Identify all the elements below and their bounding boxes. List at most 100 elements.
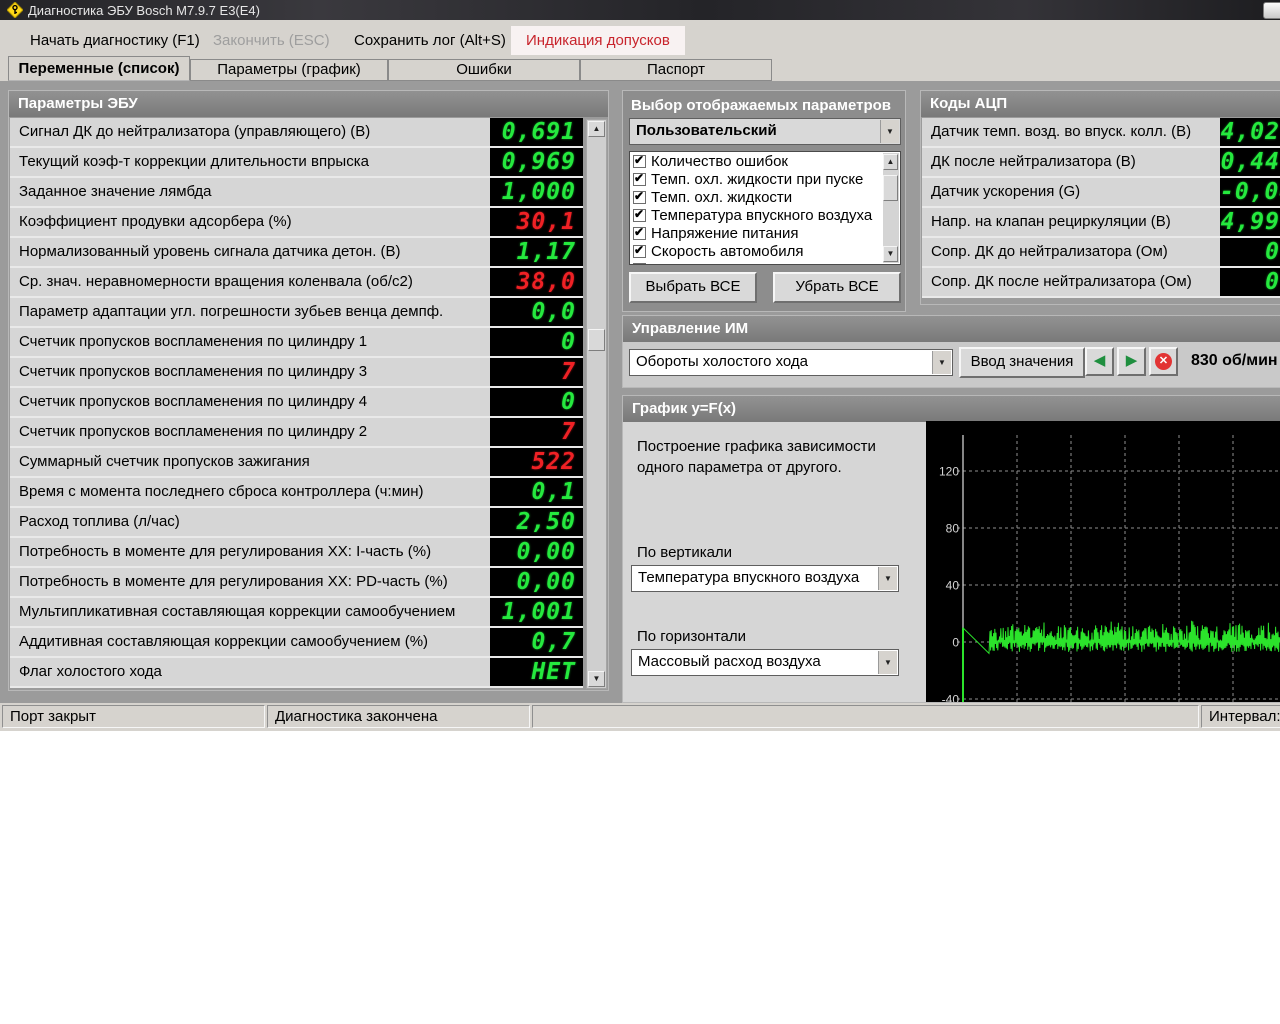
save-log-button[interactable]: Сохранить лог (Alt+S) bbox=[354, 32, 506, 49]
chevron-down-icon[interactable]: ▼ bbox=[878, 651, 897, 674]
param-label: Потребность в моменте для регулирования … bbox=[19, 543, 432, 560]
param-value-led: 1,17 bbox=[490, 238, 583, 266]
checkbox-label: Температура впускного воздуха bbox=[651, 206, 873, 224]
param-checkbox-item[interactable]: ✔ Количество ошибок bbox=[630, 152, 900, 170]
param-checkbox-item[interactable]: ✔ Напряжение питания bbox=[630, 224, 900, 242]
ecu-param-row: Потребность в моменте для регулирования … bbox=[10, 538, 583, 568]
horizontal-axis-label: По горизонтали bbox=[637, 628, 747, 645]
preset-combobox[interactable]: Пользовательский ▼ bbox=[629, 118, 901, 145]
vertical-axis-combobox[interactable]: Температура впускного воздуха ▼ bbox=[631, 565, 899, 592]
checkbox-label: Скорость автомобиля bbox=[651, 242, 804, 260]
param-value-led: 0 bbox=[490, 388, 583, 416]
checkbox[interactable]: ✔ bbox=[633, 224, 646, 240]
horizontal-axis-value: Массовый расход воздуха bbox=[638, 653, 821, 670]
svg-text:120: 120 bbox=[939, 465, 959, 479]
parameter-select-panel: Выбор отображаемых параметров Пользовате… bbox=[622, 90, 906, 312]
ecu-param-row: Мультипликативная составляющая коррекции… bbox=[10, 598, 583, 628]
param-checkbox-item[interactable]: ✔ Темп. охл. жидкости при пуске bbox=[630, 170, 900, 188]
param-checkbox-item[interactable]: ✔ Темп. охл. жидкости bbox=[630, 188, 900, 206]
checkbox[interactable]: ✔ bbox=[633, 243, 646, 258]
checkbox[interactable]: ✔ bbox=[633, 152, 646, 168]
tab-errors[interactable]: Ошибки bbox=[388, 59, 580, 81]
param-checkbox-item[interactable]: ✔ Температура впускного воздуха bbox=[630, 206, 900, 224]
key-icon bbox=[7, 2, 23, 18]
chevron-down-icon[interactable]: ▼ bbox=[932, 351, 951, 374]
svg-text:0: 0 bbox=[952, 636, 959, 650]
horizontal-axis-combobox[interactable]: Массовый расход воздуха ▼ bbox=[631, 649, 899, 676]
check-icon: ✔ bbox=[634, 152, 645, 167]
tolerance-indication-button[interactable]: Индикация допусков bbox=[511, 26, 685, 55]
clear-all-button[interactable]: Убрать ВСЕ bbox=[773, 272, 901, 303]
adc-codes-panel: Коды АЦП Датчик темп. возд. во впуск. ко… bbox=[920, 90, 1280, 305]
status-interval: Интервал: 4 bbox=[1201, 705, 1280, 728]
graph-description-line2: одного параметра от другого. bbox=[637, 459, 842, 476]
ecu-param-row: Суммарный счетчик пропусков зажигания 522 bbox=[10, 448, 583, 478]
adc-panel-title: Коды АЦП bbox=[921, 91, 1280, 117]
enter-value-button[interactable]: Ввод значения bbox=[959, 347, 1085, 378]
param-value-led: 0,0 bbox=[490, 298, 583, 326]
select-all-button[interactable]: Выбрать ВСЕ bbox=[629, 272, 757, 303]
start-diagnostics-button[interactable]: Начать диагностику (F1) bbox=[30, 32, 200, 49]
param-label: Счетчик пропусков воспламенения по цилин… bbox=[19, 333, 368, 350]
list-scrollbar[interactable]: ▲ ▼ bbox=[883, 153, 899, 263]
adc-value-led: 0 bbox=[1220, 238, 1280, 266]
chevron-down-icon[interactable]: ▼ bbox=[878, 567, 897, 590]
actuator-control-panel: Управление ИМ Обороты холостого хода ▼ В… bbox=[622, 315, 1280, 388]
vertical-axis-label: По вертикали bbox=[637, 544, 733, 561]
checkbox[interactable]: ✔ bbox=[633, 207, 646, 222]
window-control-button[interactable] bbox=[1263, 2, 1280, 19]
adc-value-led: 4,02 bbox=[1220, 118, 1280, 146]
adc-row: Сопр. ДК после нейтрализатора (Ом) 0 bbox=[922, 268, 1280, 298]
scroll-down-icon[interactable]: ▼ bbox=[883, 246, 898, 262]
graph-description: Построение графика зависимости одного па… bbox=[637, 436, 876, 478]
ecu-param-row: Потребность в моменте для регулирования … bbox=[10, 568, 583, 598]
param-value-led: 7 bbox=[490, 418, 583, 446]
tab-passport[interactable]: Паспорт bbox=[580, 59, 772, 81]
check-icon: ✔ bbox=[634, 224, 645, 239]
status-diagnostics: Диагностика закончена bbox=[267, 705, 530, 728]
param-checkbox-item[interactable]: ✔ Угол опережения зажигания bbox=[630, 260, 900, 265]
adc-table: Датчик темп. возд. во впуск. колл. (В) 4,… bbox=[922, 118, 1280, 298]
ecu-param-row: Счетчик пропусков воспламенения по цилин… bbox=[10, 388, 583, 418]
checkbox-list-items: ✔ Количество ошибок ✔ Темп. охл. жидкости п… bbox=[630, 152, 900, 265]
stop-button[interactable]: ✕ bbox=[1149, 347, 1178, 376]
checkbox-label: Угол опережения зажигания bbox=[651, 261, 846, 265]
adc-row: Датчик ускорения (G) -0,04 bbox=[922, 178, 1280, 208]
app-window: Диагностика ЭБУ Bosch M7.9.7 E3(E4) Нача… bbox=[0, 0, 1280, 731]
tab-variables-list[interactable]: Переменные (список) bbox=[8, 56, 190, 81]
ecu-param-row: Счетчик пропусков воспламенения по цилин… bbox=[10, 328, 583, 358]
param-checkbox-item[interactable]: ✔ Скорость автомобиля bbox=[630, 242, 900, 260]
checkbox[interactable]: ✔ bbox=[633, 171, 646, 186]
ecu-param-row: Счетчик пропусков воспламенения по цилин… bbox=[10, 418, 583, 448]
actuator-combobox[interactable]: Обороты холостого хода ▼ bbox=[629, 349, 953, 376]
status-port: Порт закрыт bbox=[2, 705, 265, 728]
adc-value-led: -0,04 bbox=[1220, 178, 1280, 206]
param-label: Счетчик пропусков воспламенения по цилин… bbox=[19, 393, 368, 410]
increase-button[interactable]: ▶ bbox=[1117, 347, 1146, 376]
xy-graph: 120 80 40 0 -40 bbox=[939, 435, 1280, 704]
graph-plot-area: 120 80 40 0 -40 bbox=[926, 421, 1280, 704]
scrollbar-thumb[interactable] bbox=[588, 329, 605, 351]
checkbox[interactable]: ✔ bbox=[633, 189, 646, 204]
param-label: Потребность в моменте для регулирования … bbox=[19, 573, 448, 590]
svg-text:80: 80 bbox=[946, 522, 960, 536]
desktop: Диагностика ЭБУ Bosch M7.9.7 E3(E4) Нача… bbox=[0, 0, 1280, 1024]
svg-text:40: 40 bbox=[946, 579, 960, 593]
param-label: Счетчик пропусков воспламенения по цилин… bbox=[19, 423, 368, 440]
scroll-up-icon[interactable]: ▲ bbox=[883, 154, 898, 170]
scrollbar-thumb[interactable] bbox=[883, 175, 898, 201]
svg-text:-40: -40 bbox=[942, 693, 960, 704]
scroll-down-icon[interactable]: ▼ bbox=[588, 671, 605, 687]
decrease-button[interactable]: ◀ bbox=[1085, 347, 1114, 376]
tab-parameters-graph[interactable]: Параметры (график) bbox=[190, 59, 388, 81]
adc-label: Напр. на клапан рециркуляции (В) bbox=[931, 213, 1171, 230]
param-value-led: 38,0 bbox=[490, 268, 583, 296]
param-value-led: 7 bbox=[490, 358, 583, 386]
ecu-param-row: Расход топлива (л/час) 2,50 bbox=[10, 508, 583, 538]
chevron-down-icon[interactable]: ▼ bbox=[880, 120, 899, 143]
scroll-up-icon[interactable]: ▲ bbox=[588, 121, 605, 137]
adc-label: Сопр. ДК до нейтрализатора (Ом) bbox=[931, 243, 1168, 260]
param-value-led: 0,969 bbox=[490, 148, 583, 176]
checkbox[interactable]: ✔ bbox=[633, 261, 646, 264]
ecu-table-scrollbar[interactable]: ▲ ▼ bbox=[586, 119, 607, 689]
